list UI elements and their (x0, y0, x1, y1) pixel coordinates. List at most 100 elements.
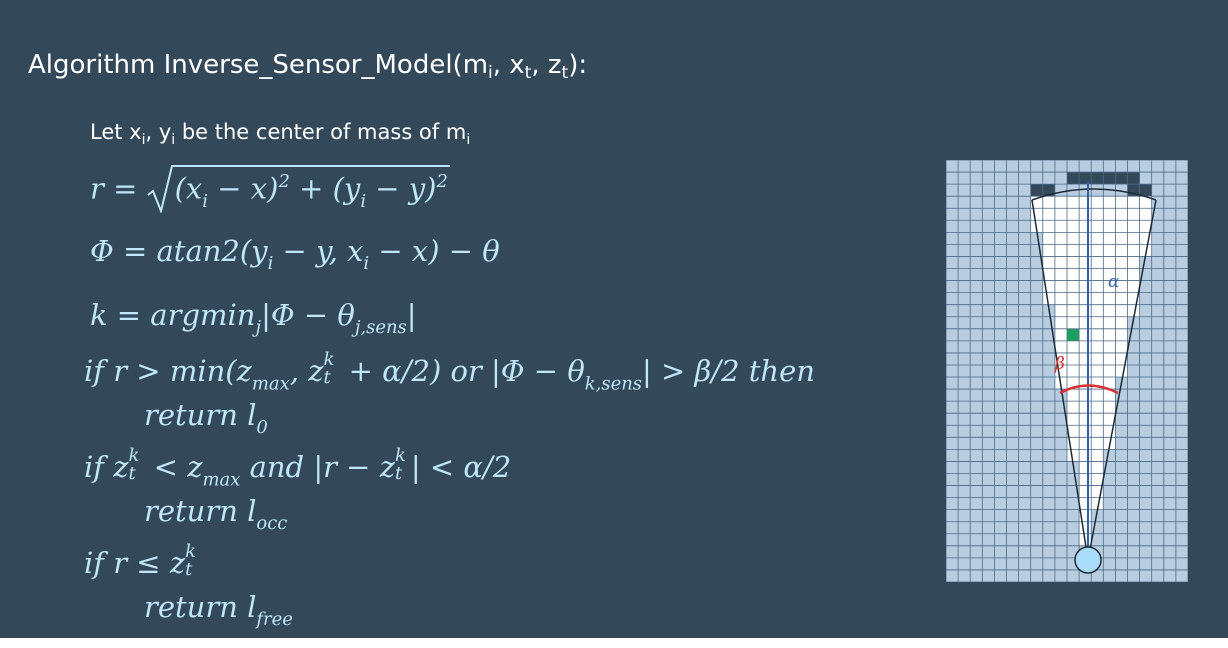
grid-cell (982, 328, 995, 341)
grid-cell (1163, 449, 1176, 462)
grid-cell (1103, 196, 1116, 209)
grid-cell (970, 521, 983, 534)
grid-cell (970, 316, 983, 329)
grid-cell (982, 521, 995, 534)
grid-cell (994, 304, 1007, 317)
grid-cell (1054, 292, 1067, 305)
grid-cell (1006, 485, 1019, 498)
grid-cell (1115, 437, 1128, 450)
grid-cell (1018, 340, 1031, 353)
grid-cell (1079, 196, 1092, 209)
grid-cell (958, 184, 971, 197)
grid-cell (1175, 449, 1188, 462)
grid-cell (1163, 268, 1176, 281)
grid-cell (1163, 208, 1176, 221)
grid-cell (1127, 557, 1140, 570)
grid-cell (946, 364, 959, 378)
grid-cell (1139, 533, 1152, 546)
square-root: (xi − x)2 + (yi − y)2 (146, 165, 450, 213)
grid-cell (1018, 425, 1031, 438)
grid-cell (1018, 364, 1031, 378)
grid-cell (1042, 172, 1055, 185)
grid-cell (1006, 352, 1019, 365)
free-condition: if r ≤ zkt (84, 541, 196, 581)
grid-cell (970, 401, 983, 414)
grid-cell (1103, 545, 1116, 558)
grid-cell (1006, 364, 1019, 378)
grid-cell (1067, 232, 1080, 245)
grid-cell (1139, 160, 1152, 173)
grid-cell (1018, 485, 1031, 498)
grid-cell (1151, 184, 1164, 197)
grid-cell (982, 449, 995, 462)
grid-cell (1139, 485, 1152, 498)
grid-cell (958, 545, 971, 558)
grid-cell (1079, 521, 1092, 534)
grid-cell (1042, 521, 1055, 534)
grid-cell (1151, 377, 1164, 390)
grid-cell (1067, 533, 1080, 546)
grid-cell (1151, 364, 1164, 378)
grid-cell (970, 208, 983, 221)
grid-cell (1175, 184, 1188, 197)
grid-cell (1042, 473, 1055, 486)
grid-cell (1127, 364, 1140, 378)
grid-cell (994, 160, 1007, 173)
grid-cell (1127, 497, 1140, 510)
bearing-equation: Φ = atan2(yi − y, xi − x) − θ (90, 234, 500, 275)
grid-cell (1151, 509, 1164, 522)
grid-cell (1042, 340, 1055, 353)
grid-cell (982, 208, 995, 221)
grid-cell (1163, 280, 1176, 293)
grid-cell (970, 413, 983, 426)
grid-cell (1042, 220, 1055, 233)
grid-cell (958, 569, 971, 582)
grid-cell (1175, 497, 1188, 510)
grid-cell (1067, 244, 1080, 257)
grid-cell (1030, 521, 1043, 534)
grid-cell (1139, 509, 1152, 522)
grid-cell (994, 437, 1007, 450)
grid-cell (1151, 304, 1164, 317)
grid-cell (1018, 268, 1031, 281)
grid-cell (982, 569, 995, 582)
grid-cell (970, 437, 983, 450)
grid-cell (1030, 184, 1043, 197)
grid-cell (1067, 389, 1080, 402)
grid-cell (1175, 521, 1188, 534)
grid-cell (1151, 449, 1164, 462)
grid-cell (1018, 160, 1031, 173)
grid-cell (970, 569, 983, 582)
grid-cell (970, 545, 983, 558)
grid-cell (1006, 497, 1019, 510)
beam-index-equation: k = argminj|Φ − θj,sens| (90, 298, 417, 339)
grid-cell (1091, 160, 1104, 173)
grid-cell (1115, 533, 1128, 546)
grid-cell (958, 509, 971, 522)
grid-cell (1018, 473, 1031, 486)
grid-cell (1139, 184, 1152, 197)
grid-cell (1127, 268, 1140, 281)
grid-cell (1030, 485, 1043, 498)
grid-cell (1151, 413, 1164, 426)
grid-cell (1018, 280, 1031, 293)
grid-cell (946, 184, 959, 197)
grid-cell (1127, 389, 1140, 402)
grid-cell (1006, 413, 1019, 426)
slide: Algorithm Inverse_Sensor_Model(mi, xt, z… (0, 0, 1228, 638)
grid-cell (1067, 328, 1080, 341)
grid-cell (1079, 401, 1092, 414)
robot-icon (1074, 546, 1102, 574)
grid-cell (1042, 232, 1055, 245)
grid-cell (1127, 461, 1140, 474)
grid-cell (1067, 220, 1080, 233)
grid-cell (1042, 461, 1055, 474)
grid-cell (1127, 244, 1140, 257)
grid-cell (1127, 485, 1140, 498)
grid-cell (1006, 304, 1019, 317)
grid-cell (946, 497, 959, 510)
grid-cell (1103, 352, 1116, 365)
grid-cell (1054, 461, 1067, 474)
grid-cell (1127, 449, 1140, 462)
grid-cell (946, 292, 959, 305)
